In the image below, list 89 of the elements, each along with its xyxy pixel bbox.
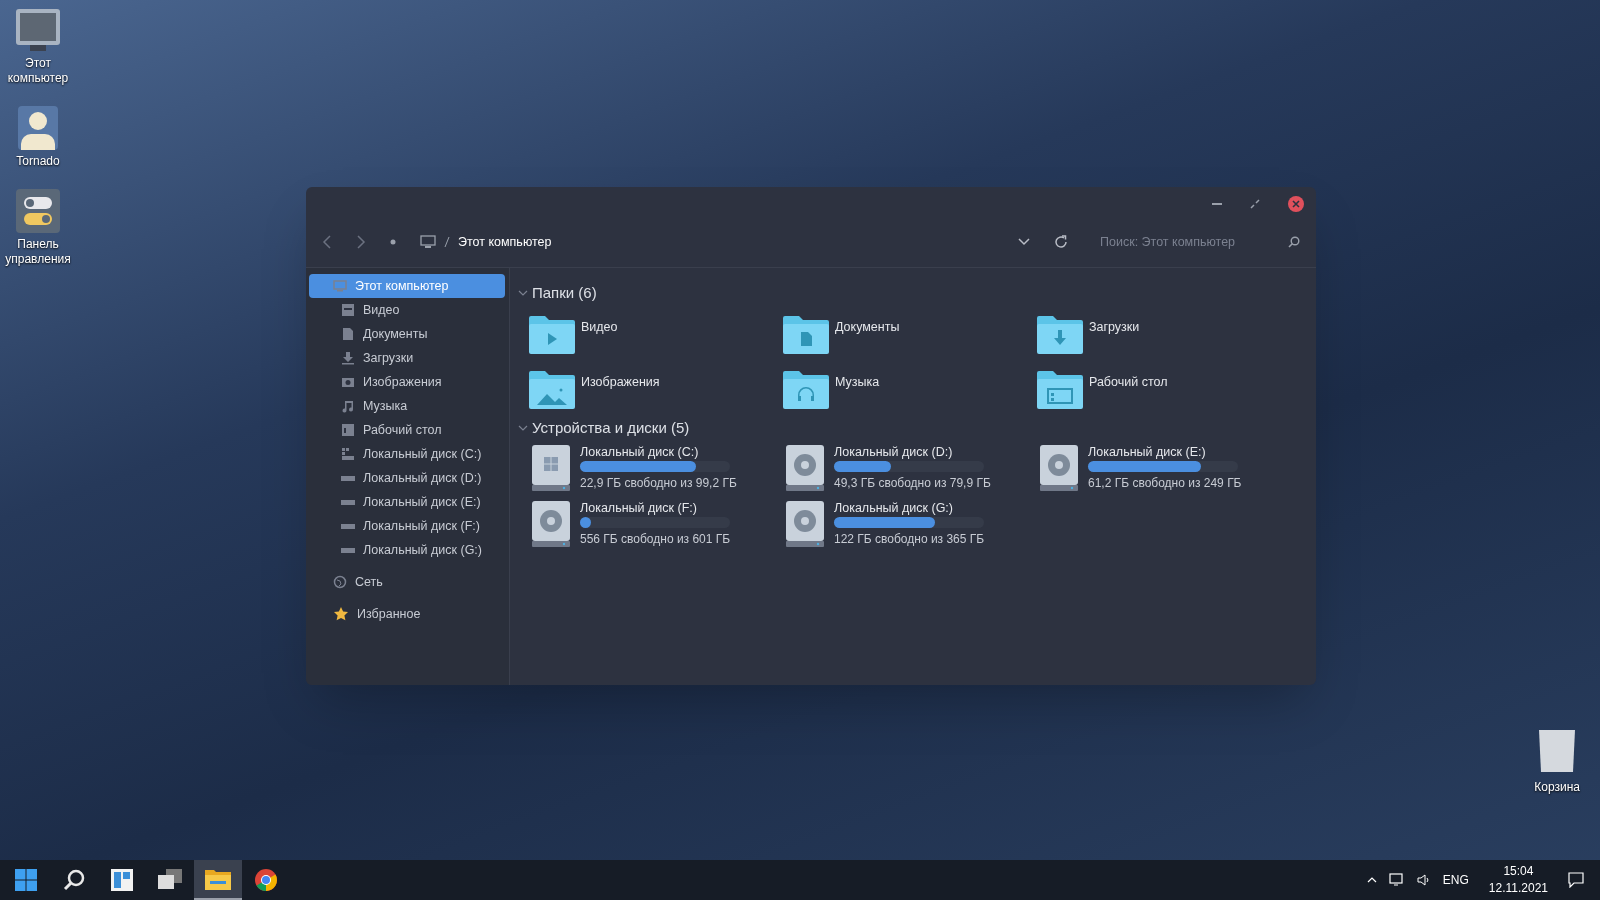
monitor-icon (15, 8, 61, 52)
film-icon (341, 303, 355, 317)
folder-name[interactable]: Видео (581, 315, 618, 337)
sidebar-item[interactable]: Избранное (309, 602, 505, 626)
search-icon (1288, 236, 1300, 248)
disk-drive-icon (532, 501, 570, 547)
documents-folder-icon (783, 315, 829, 354)
drive-name[interactable]: Локальный диск (G:) (834, 501, 985, 516)
restore-icon[interactable] (1250, 199, 1260, 209)
close-icon[interactable] (1288, 196, 1304, 212)
network-icon[interactable] (1388, 873, 1405, 887)
desktop-icon-label[interactable]: Этот компьютер (2, 56, 74, 86)
recycle-bin-icon (1537, 728, 1578, 774)
volume-icon[interactable] (1416, 874, 1431, 886)
browser-icon (254, 868, 278, 892)
sidebar-item[interactable]: Рабочий стол (309, 418, 505, 442)
user-icon (18, 106, 58, 150)
sidebar-item[interactable]: Локальный диск (G:) (309, 538, 505, 562)
drive-space-text: 61,2 ГБ свободно из 249 ГБ (1088, 475, 1242, 492)
drive-icon (341, 499, 355, 505)
folder-name[interactable]: Загрузки (1089, 315, 1140, 337)
sidebar-item[interactable]: Загрузки (309, 346, 505, 370)
sidebar-item[interactable]: Локальный диск (C:) (309, 442, 505, 466)
drive-icon (341, 523, 355, 529)
disk-drive-icon (1040, 445, 1078, 491)
drive-icon (341, 547, 355, 553)
sidebar-item[interactable]: Музыка (309, 394, 505, 418)
drive-space-text: 49,3 ГБ свободно из 79,9 ГБ (834, 475, 991, 492)
desktop-icon-label[interactable]: Tornado (2, 154, 74, 169)
language-indicator[interactable]: ENG (1442, 871, 1469, 889)
star-icon (333, 606, 349, 622)
monitor-icon (420, 235, 436, 249)
monitor-icon (333, 279, 347, 293)
sidebar-item[interactable]: Локальный диск (D:) (309, 466, 505, 490)
dropdown-chevron-icon[interactable] (1018, 238, 1030, 246)
drive-name[interactable]: Локальный диск (F:) (580, 501, 731, 516)
clock[interactable]: 15:04 12.11.2021 (1480, 863, 1556, 897)
desktop-icon-label[interactable]: Корзина (1534, 778, 1580, 796)
drive-name[interactable]: Локальный диск (D:) (834, 445, 991, 460)
address-path[interactable]: Этот компьютер (458, 232, 552, 252)
folder-name[interactable]: Рабочий стол (1089, 370, 1168, 392)
taskbar-button[interactable] (194, 860, 242, 900)
drive-icon (341, 447, 355, 461)
notification-icon[interactable] (1568, 872, 1584, 888)
search-icon (62, 868, 86, 892)
folder-icon (205, 868, 231, 890)
folder-name[interactable]: Музыка (835, 370, 880, 392)
folder-name[interactable]: Изображения (581, 370, 660, 392)
drive-space-text: 122 ГБ свободно из 365 ГБ (834, 531, 985, 548)
separator-slash-icon (444, 237, 450, 247)
camera-icon (341, 375, 355, 389)
sidebar-item[interactable]: Локальный диск (F:) (309, 514, 505, 538)
downloads-folder-icon (1037, 315, 1083, 354)
sidebar-item[interactable]: Сеть (309, 570, 505, 594)
sidebar-item[interactable]: Изображения (309, 370, 505, 394)
globe-icon (333, 575, 347, 589)
sidebar-item[interactable]: Видео (309, 298, 505, 322)
desktop-icon-label[interactable]: Панель управления (2, 237, 74, 267)
music-note-icon (341, 399, 355, 413)
drive-name[interactable]: Локальный диск (E:) (1088, 445, 1242, 460)
back-icon[interactable] (322, 235, 332, 249)
task-view-icon (158, 869, 182, 891)
folder-name[interactable]: Документы (835, 315, 900, 337)
download-icon (341, 351, 355, 365)
panel-icon (341, 423, 355, 437)
drive-space-text: 22,9 ГБ свободно из 99,2 ГБ (580, 475, 737, 492)
pictures-folder-icon (529, 370, 575, 409)
sidebar-item[interactable]: Локальный диск (E:) (309, 490, 505, 514)
headphones-folder-icon (783, 370, 829, 409)
video-folder-icon (529, 315, 575, 354)
drive-space-text: 556 ГБ свободно из 601 ГБ (580, 531, 731, 548)
chevron-up-icon[interactable] (1366, 877, 1377, 883)
dot-icon[interactable] (390, 239, 396, 245)
section-heading[interactable]: Устройства и диски (5) (532, 416, 690, 439)
drive-name[interactable]: Локальный диск (C:) (580, 445, 737, 460)
forward-icon[interactable] (356, 235, 366, 249)
refresh-icon[interactable] (1054, 235, 1068, 249)
drive-icon (341, 475, 355, 481)
toggle-switches-icon (16, 189, 60, 233)
windows-logo-icon (15, 869, 37, 891)
windows-drive-icon (532, 445, 570, 491)
section-heading[interactable]: Папки (6) (532, 282, 597, 305)
document-icon (341, 327, 355, 341)
desktop-folder-icon (1037, 370, 1083, 409)
widgets-icon (111, 869, 133, 891)
search-field[interactable]: Поиск: Этот компьютер (1100, 232, 1300, 252)
disk-drive-icon (786, 445, 824, 491)
sidebar-item[interactable]: Документы (309, 322, 505, 346)
disk-drive-icon (786, 501, 824, 547)
